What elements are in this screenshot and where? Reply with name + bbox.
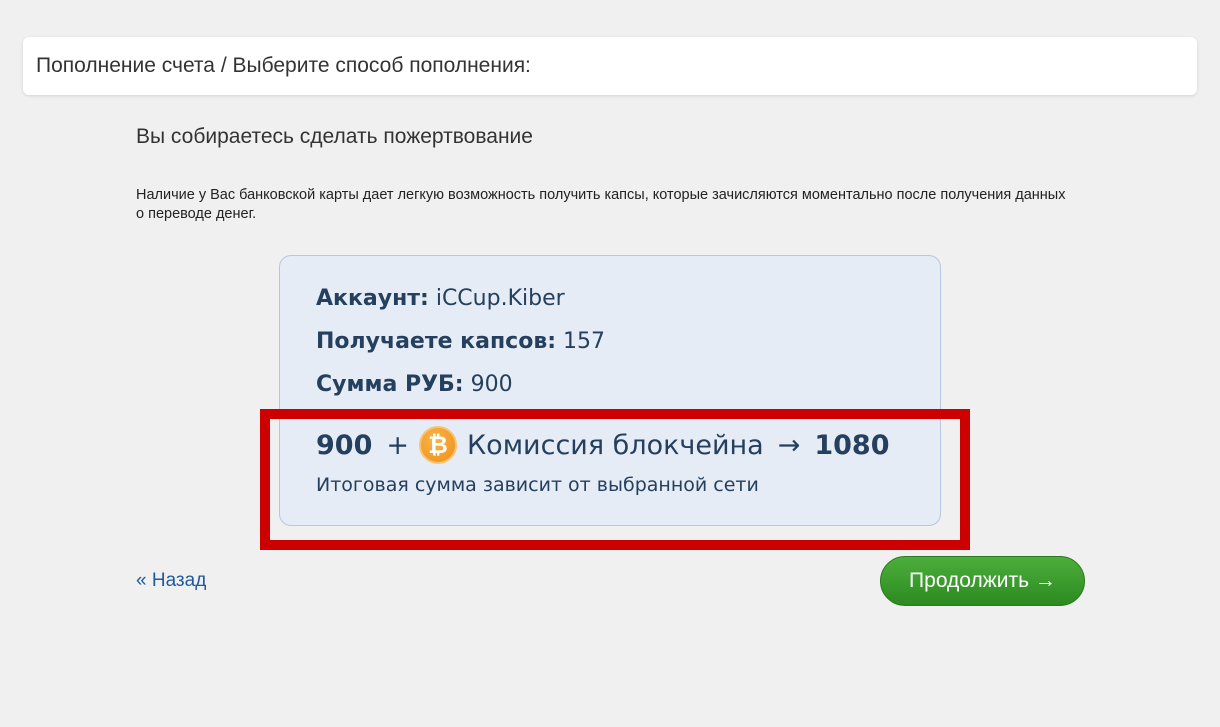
total-base: 900 xyxy=(316,429,373,461)
bitcoin-icon: ₿ xyxy=(419,426,457,464)
arrow-icon: → xyxy=(777,429,801,461)
payment-summary-box: Аккаунт: iCCup.Kiber Получаете капсов: 1… xyxy=(279,255,941,526)
sum-label: Сумма РУБ: xyxy=(316,372,464,397)
sum-line: Сумма РУБ: 900 xyxy=(316,372,513,397)
total-note: Итоговая сумма зависит от выбранной сети xyxy=(316,474,759,496)
account-label: Аккаунт: xyxy=(316,286,429,311)
caps-line: Получаете капсов: 157 xyxy=(316,329,605,354)
account-value: iCCup.Kiber xyxy=(435,286,565,311)
fee-label: Комиссия блокчейна xyxy=(467,429,764,461)
sum-value: 900 xyxy=(470,372,513,397)
description-text: Наличие у Вас банковской карты дает легк… xyxy=(136,187,1066,222)
back-link[interactable]: « Назад xyxy=(136,570,206,592)
breadcrumb-panel: Пополнение счета / Выберите способ попол… xyxy=(23,37,1197,95)
continue-button[interactable]: Продолжить → xyxy=(880,556,1085,606)
account-line: Аккаунт: iCCup.Kiber xyxy=(316,286,565,311)
page-title: Вы собираетесь сделать пожертвование xyxy=(136,125,533,148)
plus-sign: + xyxy=(386,429,409,461)
caps-label: Получаете капсов: xyxy=(316,329,557,354)
breadcrumb: Пополнение счета / Выберите способ попол… xyxy=(36,54,531,77)
total-line: 900 + ₿ Комиссия блокчейна → 1080 xyxy=(316,426,890,464)
total-result: 1080 xyxy=(814,429,890,461)
caps-value: 157 xyxy=(563,329,606,354)
